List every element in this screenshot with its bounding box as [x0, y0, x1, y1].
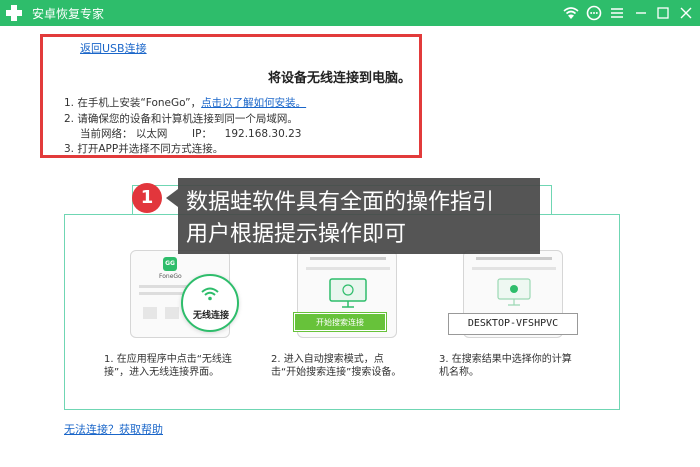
card-header-line — [476, 257, 552, 260]
title-bar: 安卓恢复专家 — [0, 0, 700, 26]
card-header-line — [310, 257, 386, 260]
step-desc-1-line2: 接”，进入无线连接界面。 — [104, 367, 220, 378]
step-desc-1-line1: 1. 在应用程序中点击“无线连 — [104, 354, 232, 365]
step-desc-3-line1: 3. 在搜索结果中选择你的计算 — [439, 354, 572, 365]
annotation-line-2: 用户根据提示操作即可 — [186, 222, 407, 247]
app-logo-icon — [6, 5, 22, 21]
menu-icon[interactable] — [608, 4, 626, 22]
chat-icon[interactable] — [585, 4, 603, 22]
step-desc-3-line2: 机名称。 — [439, 367, 479, 378]
highlight-frame — [40, 34, 422, 158]
start-search-button[interactable]: 开始搜索连接 — [294, 313, 386, 331]
card-placeholder-line — [306, 267, 390, 270]
step-number-badge: 1 — [132, 183, 162, 213]
callout-pointer — [166, 189, 178, 207]
step-desc-2-line1: 2. 进入自动搜索模式，点 — [271, 354, 384, 365]
fonego-logo: GG — [163, 257, 177, 271]
wireless-connect-button[interactable]: 无线连接 — [181, 274, 239, 332]
maximize-icon[interactable] — [654, 4, 672, 22]
step-desc-3: 3. 在搜索结果中选择你的计算 机名称。 — [439, 353, 572, 379]
close-icon[interactable] — [677, 4, 695, 22]
step-desc-1: 1. 在应用程序中点击“无线连 接”，进入无线连接界面。 — [104, 353, 232, 379]
step-desc-2-line2: 击“开始搜索连接”搜索设备。 — [271, 367, 402, 378]
step-desc-2: 2. 进入自动搜索模式，点 击“开始搜索连接”搜索设备。 — [271, 353, 401, 379]
phone-placeholder-icon — [143, 307, 157, 319]
phone-placeholder-icon — [165, 307, 179, 319]
annotation-callout: 数据蛙软件具有全面的操作指引 用户根据提示操作即可 — [178, 178, 540, 254]
annotation-line-1: 数据蛙软件具有全面的操作指引 — [186, 190, 495, 215]
phone-placeholder-line — [139, 292, 185, 295]
wireless-connect-label: 无线连接 — [192, 311, 229, 321]
minimize-icon[interactable] — [632, 4, 650, 22]
wifi-icon[interactable] — [562, 4, 580, 22]
app-title: 安卓恢复专家 — [32, 7, 105, 21]
wifi-signal-icon — [201, 287, 219, 301]
phone-app-name: FoneGo — [159, 273, 182, 280]
device-name-item[interactable]: DESKTOP-VFSHPVC — [448, 313, 578, 335]
computer-icon — [497, 278, 531, 306]
connection-help-link[interactable]: 无法连接？获取帮助 — [64, 421, 163, 437]
monitor-icon — [329, 278, 367, 308]
card-placeholder-line — [472, 267, 556, 270]
